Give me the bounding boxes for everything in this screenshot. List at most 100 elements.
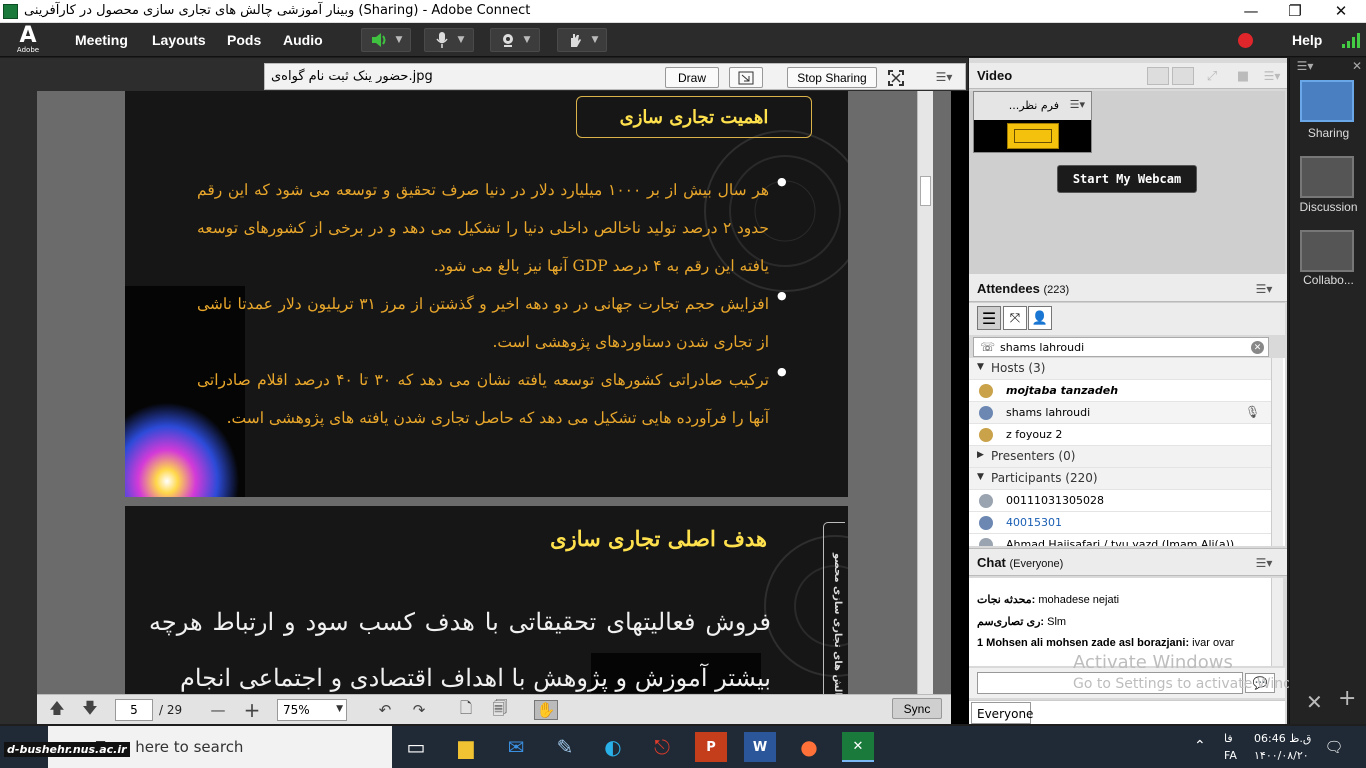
draw-button[interactable]: Draw [665,67,719,88]
redo-icon[interactable]: ↷ [407,700,431,720]
video-feed[interactable]: فرم نظر... ☰▾ [973,91,1092,153]
hosts-group-header[interactable]: ▼ Hosts (3) [969,358,1271,380]
attendee-row[interactable]: 40015301 [969,512,1271,534]
slide-1-bullet: ترکیب صادراتی کشورهای توسعه یافته نشان م… [197,371,769,427]
pod-options-menu-icon[interactable]: ☰▾ [1255,555,1273,571]
attendee-view-bar: ☰ ⤧ 👤 [969,303,1285,335]
attendee-row[interactable]: shams lahroudi 🎙 [969,402,1271,424]
chevron-down-icon: ▼ [591,35,599,45]
photos-icon[interactable]: ✎ [549,732,581,762]
grid-view-icon[interactable] [1147,67,1169,85]
clock-time[interactable]: 06:46 ق.ظ [1254,732,1311,745]
attendee-list-scrollbar[interactable] [1271,358,1283,546]
undo-icon[interactable]: ↶ [373,700,397,720]
attendee-row[interactable]: mojtaba tanzadeh [969,380,1271,402]
chevron-up-icon[interactable]: ⌃ [1194,738,1206,754]
microphone-button[interactable]: ▼ [424,28,474,52]
chat-message: ری تصاری‌سم: Slm [977,616,1067,628]
mail-icon[interactable]: ✉ [500,732,532,762]
delete-layout-icon[interactable]: ✕ [1306,690,1323,714]
slide-2-heading: هدف اصلی تجاری سازی [550,526,767,551]
word-icon[interactable]: W [744,732,776,762]
list-view-icon[interactable]: ☰ [977,306,1001,330]
menu-pods[interactable]: Pods [227,32,261,48]
chat-recipient-tab[interactable]: Everyone [971,702,1033,724]
menu-layouts[interactable]: Layouts [152,32,206,48]
fullscreen-icon[interactable] [888,70,904,86]
layouts-close-icon[interactable]: ✕ [1348,58,1366,74]
stop-sharing-button[interactable]: Stop Sharing [787,67,877,88]
document-scrollbar[interactable] [917,91,933,694]
zoom-in-icon[interactable]: + [240,698,264,722]
multi-page-icon[interactable]: 🗐 [488,699,512,720]
layout-discussion-thumbnail[interactable] [1300,156,1354,198]
attendee-row[interactable]: 00111031305028 [969,490,1271,512]
menu-meeting[interactable]: Meeting [75,32,128,48]
attendee-row[interactable]: Ahmad Hajisafari / tvu yazd (Imam Ali(a)… [969,534,1271,546]
stop-video-icon[interactable]: ■ [1233,67,1253,85]
input-language-2[interactable]: FA [1224,749,1237,762]
layout-sharing-thumbnail[interactable] [1300,80,1354,122]
pointer-button[interactable] [729,67,763,88]
pod-options-menu-icon[interactable]: ☰▾ [1255,281,1273,297]
clear-search-icon[interactable]: ✕ [1251,341,1264,354]
edge-browser-icon[interactable]: ◐ [597,732,629,762]
status-button[interactable]: ▼ [557,28,607,52]
host-user-icon [979,406,993,420]
filmstrip-view-icon[interactable] [1172,67,1194,85]
fullscreen-icon[interactable]: ⤢ [1202,67,1222,85]
zoom-value: 75% [283,703,310,717]
hand-tool-icon[interactable]: ✋ [534,700,558,720]
adobe-connect-taskbar-icon[interactable]: ✕ [842,732,874,762]
attendee-name: 00111031305028 [1006,494,1104,507]
minimize-button[interactable]: — [1228,1,1274,21]
start-webcam-button[interactable]: Start My Webcam [1057,165,1197,193]
layouts-menu-icon[interactable]: ☰▾ [1296,58,1314,74]
menu-audio[interactable]: Audio [283,32,323,48]
input-language-1[interactable]: فا [1224,732,1233,745]
pod-options-menu-icon[interactable]: ☰▾ [935,69,953,85]
status-view-icon[interactable]: 👤 [1028,306,1052,330]
task-view-icon[interactable]: ▭ [400,732,432,762]
single-page-icon[interactable]: 🗋 [454,699,478,720]
firefox-icon[interactable]: ● [793,732,825,762]
right-pods: Video ⤢ ■ ☰▾ فرم نظر... ☰▾ Start My Webc… [969,58,1324,724]
previous-page-icon[interactable]: 🡅 [45,699,69,720]
attendee-row[interactable]: z foyouz 2 [969,424,1271,446]
acrobat-icon[interactable]: ⎋ [646,732,678,762]
menu-help[interactable]: Help [1292,32,1322,48]
participants-group-header[interactable]: ▼ Participants (220) [969,468,1271,490]
speaker-button[interactable]: ▼ [361,28,411,52]
zoom-select[interactable]: 75% ▼ [277,699,347,721]
chat-scrollbar[interactable] [1271,578,1283,666]
close-button[interactable]: ✕ [1318,1,1364,21]
clock-date[interactable]: ۱۴۰۰/۰۸/۲۰ [1254,749,1309,762]
pod-options-menu-icon[interactable]: ☰▾ [1263,68,1281,84]
breakout-view-icon[interactable]: ⤧ [1003,306,1027,330]
video-pod-header: Video ⤢ ■ ☰▾ [969,63,1287,89]
attendee-name: 40015301 [1006,516,1062,529]
window-titlebar: وبینار آموزشی چالش های تجاری سازی محصول … [0,0,1366,23]
attendee-search-field[interactable]: ☏ shams lahroudi ✕ [973,337,1269,357]
page-total: / 29 [159,703,183,717]
webcam-button[interactable]: ▼ [490,28,540,52]
add-layout-icon[interactable]: + [1338,686,1356,711]
layout-collaboration-thumbnail[interactable] [1300,230,1354,272]
feed-menu-icon[interactable]: ☰▾ [1070,98,1085,111]
zoom-out-icon[interactable]: — [206,700,230,720]
record-indicator-icon[interactable] [1238,33,1253,48]
maximize-button[interactable]: ❐ [1272,1,1318,21]
next-page-icon[interactable]: 🡇 [78,699,102,720]
speaker-icon [371,33,386,47]
powerpoint-icon[interactable]: P [695,732,727,762]
notification-center-icon[interactable]: 🗨 [1323,736,1345,758]
slide-1-bullet: هر سال بیش از بر ۱۰۰۰ میلیارد دلار در دن… [197,181,769,275]
participant-user-icon [979,516,993,530]
file-explorer-icon[interactable]: ▆ [450,732,482,762]
slide-1-heading-box: اهمیت تجاری سازی [576,96,812,138]
window-title: وبینار آموزشی چالش های تجاری سازی محصول … [24,3,531,18]
sync-button[interactable]: Sync [892,698,942,719]
presenters-group-header[interactable]: ▶ Presenters (0) [969,446,1271,468]
page-number-input[interactable]: 5 [115,699,153,721]
scrollbar-thumb[interactable] [920,176,931,206]
